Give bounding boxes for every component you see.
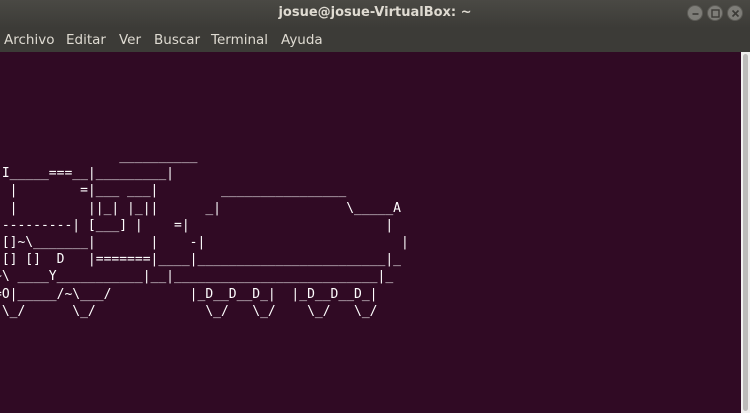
window-title: josue@josue-VirtualBox: ~ [278, 5, 472, 20]
menu-archivo[interactable]: Archivo [4, 28, 54, 52]
maximize-button[interactable] [707, 5, 723, 21]
menu-editar[interactable]: Editar [66, 28, 106, 52]
terminal-line: []~\_______| | -| | [0, 234, 409, 250]
terminal-text: __________ I_____===__|_________| | =|__… [0, 148, 409, 320]
terminal-line: =O|_____/~\___/ |_D__D__D_| |_D__D__D_| [0, 286, 378, 302]
terminal-line: \_/ \_/ \_/ \_/ \_/ \_/ [0, 303, 378, 319]
menu-ayuda[interactable]: Ayuda [281, 28, 323, 52]
minimize-button[interactable] [687, 5, 703, 21]
menu-terminal[interactable]: Terminal [211, 28, 268, 52]
terminal-line: I_____===__|_________| [0, 166, 175, 182]
menu-bar: Archivo Editar Ver Buscar Terminal Ayuda [0, 28, 750, 52]
terminal-output[interactable]: __________ I_____===__|_________| | =|__… [0, 52, 750, 413]
menu-buscar[interactable]: Buscar [154, 28, 200, 52]
terminal-line: __________ [0, 149, 198, 164]
scrollbar-thumb[interactable] [743, 54, 748, 411]
close-button[interactable] [727, 5, 743, 21]
maximize-icon [711, 9, 720, 18]
terminal-line: | ||_| |_|| _| \_____A [0, 200, 401, 216]
terminal-line: ~\ ____Y___________|__|_________________… [0, 269, 394, 285]
close-icon [731, 9, 740, 18]
title-bar[interactable]: josue@josue-VirtualBox: ~ [0, 0, 750, 28]
terminal-line: [] [] D |=======|____|__________________… [0, 252, 401, 268]
vertical-scrollbar[interactable] [741, 52, 750, 413]
terminal-window: josue@josue-VirtualBox: ~ Archivo Editar… [0, 0, 750, 413]
terminal-line: | =|___ ___| ________________ [0, 183, 347, 199]
minimize-icon [692, 13, 699, 15]
menu-ver[interactable]: Ver [119, 28, 141, 52]
terminal-line: ----------| [___] | =| | [0, 217, 394, 233]
